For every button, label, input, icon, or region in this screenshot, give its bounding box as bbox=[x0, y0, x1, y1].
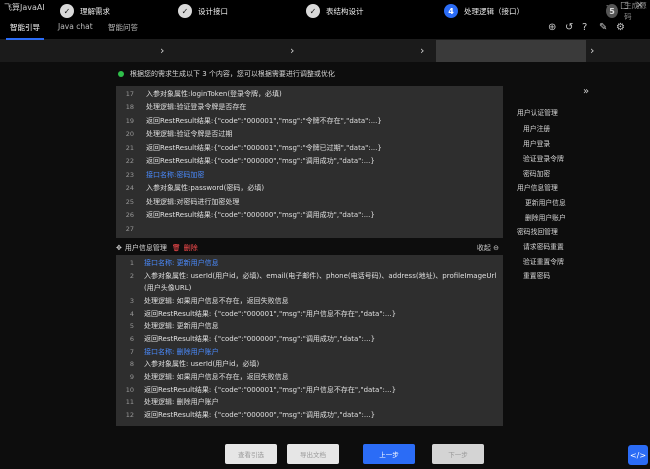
history-icon[interactable]: ↺ bbox=[565, 22, 573, 33]
code-line: 7 接口名称: 删除用户账户 bbox=[129, 348, 219, 357]
code-line: 3 处理逻辑: 如果用户信息不存在，返回失败信息 bbox=[129, 297, 289, 306]
code-line: 24 入参对象属性:password(密码，必填) bbox=[125, 184, 265, 193]
delete-button[interactable]: 删除 bbox=[184, 243, 198, 253]
current-step-highlight bbox=[436, 40, 586, 62]
tab-smart-guide[interactable]: 智能引导 bbox=[6, 22, 44, 40]
code-line: 18 处理逻辑:验证登录令牌是否存在 bbox=[125, 103, 247, 112]
chevron-right-icon: › bbox=[290, 44, 295, 57]
code-line: (用户头像URL) bbox=[144, 284, 192, 293]
code-line: 23 接口名称:密码加密 bbox=[125, 171, 205, 180]
app-title: 飞算JavaAI bbox=[4, 3, 45, 12]
step-number: 5 bbox=[606, 4, 619, 18]
step-label: 生成源码 bbox=[624, 1, 647, 21]
code-line: 4 返回RestResult结果: {"code":"000001","msg":… bbox=[129, 310, 397, 319]
step-5[interactable]: 5 生成源码 bbox=[606, 1, 650, 21]
code-line: 19 返回RestResult结果:{"code":"000001","msg":… bbox=[125, 117, 382, 126]
code-line: 12 返回RestResult结果: {"code":"000000","msg"… bbox=[125, 411, 376, 420]
outline-item[interactable]: 验证登录令牌 bbox=[523, 153, 564, 163]
outline-item[interactable]: 验证重置令牌 bbox=[523, 256, 564, 266]
step-3[interactable]: ✓ 表结构设计 bbox=[306, 3, 364, 19]
outline-group[interactable]: 用户信息管理 bbox=[517, 182, 558, 192]
trash-icon[interactable]: 🗑 bbox=[172, 244, 181, 252]
code-line: 1 接口名称: 更新用户信息 bbox=[129, 259, 219, 268]
code-line: 9 处理逻辑: 如果用户信息不存在，返回失败信息 bbox=[129, 373, 289, 382]
chevron-right-icon: › bbox=[420, 44, 425, 57]
notice-text: 根据您的需求生成以下 3 个内容，您可以根据需要进行调整或优化 bbox=[130, 70, 335, 78]
step-1[interactable]: ✓ 理解需求 bbox=[60, 3, 110, 19]
section-header-partial bbox=[116, 432, 503, 440]
outline-item[interactable]: 密码加密 bbox=[523, 168, 550, 178]
code-line: 5 处理逻辑: 更新用户信息 bbox=[129, 322, 219, 331]
code-line: 27 bbox=[125, 225, 134, 234]
next-step-button[interactable]: 下一步 bbox=[432, 444, 484, 464]
check-icon: ✓ bbox=[60, 4, 74, 18]
chevron-right-icon: › bbox=[590, 44, 595, 57]
code-line: 10 返回RestResult结果: {"code":"000001","msg"… bbox=[125, 386, 397, 395]
outline-item[interactable]: 用户登录 bbox=[523, 138, 550, 148]
step-label: 表结构设计 bbox=[326, 6, 364, 16]
outline-group[interactable]: 用户认证管理 bbox=[517, 107, 558, 117]
code-line: 22 返回RestResult结果:{"code":"000000","msg":… bbox=[125, 157, 375, 166]
tab-java-chat[interactable]: Java chat bbox=[58, 22, 93, 31]
step-label: 处理逻辑（接口） bbox=[464, 6, 524, 16]
success-dot-icon bbox=[118, 71, 124, 77]
section-title: 用户信息管理 bbox=[124, 243, 167, 252]
step-label: 设计接口 bbox=[198, 6, 228, 16]
code-line: 2 入参对象属性: userId(用户id，必填)、email(电子邮件)、pho… bbox=[129, 272, 497, 281]
code-line: 11 处理逻辑: 删除用户账户 bbox=[125, 398, 219, 407]
check-icon: ✓ bbox=[178, 4, 192, 18]
code-line: 17 入参对象属性:loginToken(登录令牌，必填) bbox=[125, 90, 282, 99]
drag-handle-icon[interactable]: ✥ bbox=[116, 244, 122, 252]
outline-item[interactable]: 更新用户信息 bbox=[525, 197, 566, 207]
code-line: 8 入参对象属性: userId(用户id，必填) bbox=[129, 360, 260, 369]
section-header-user-info: ✥ 用户信息管理 🗑 删除 收起 ⊖ bbox=[116, 241, 503, 254]
outline-item[interactable]: 删除用户账户 bbox=[525, 212, 566, 222]
step-2[interactable]: ✓ 设计接口 bbox=[178, 3, 228, 19]
step-label: 理解需求 bbox=[80, 6, 110, 16]
code-block-user-info[interactable]: 1 接口名称: 更新用户信息 2 入参对象属性: userId(用户id，必填)、e… bbox=[116, 255, 503, 426]
code-line: 6 返回RestResult结果: {"code":"000000","msg":… bbox=[129, 335, 376, 344]
outline-item[interactable]: 重置密码 bbox=[523, 270, 550, 280]
view-info-button[interactable]: 查看引选 bbox=[225, 444, 277, 464]
step-4[interactable]: 4 处理逻辑（接口） bbox=[444, 3, 524, 19]
help-icon[interactable]: ? bbox=[582, 22, 587, 33]
code-icon[interactable]: </> bbox=[628, 445, 648, 465]
outline-item[interactable]: 请求密码重置 bbox=[523, 241, 564, 251]
code-block-auth[interactable]: 17 入参对象属性:loginToken(登录令牌，必填) 18 处理逻辑:验证登录… bbox=[116, 86, 503, 238]
code-line: 25 处理逻辑:对密码进行加密处理 bbox=[125, 198, 240, 207]
code-line: 26 返回RestResult结果:{"code":"000000","msg":… bbox=[125, 211, 375, 220]
tab-smart-qa[interactable]: 智能问答 bbox=[108, 22, 138, 33]
outline-group[interactable]: 密码找回管理 bbox=[517, 226, 558, 236]
generation-notice: 根据您的需求生成以下 3 个内容，您可以根据需要进行调整或优化 bbox=[118, 69, 335, 79]
check-icon: ✓ bbox=[306, 4, 320, 18]
code-line: 21 返回RestResult结果:{"code":"000001","msg":… bbox=[125, 144, 382, 153]
collapse-button[interactable]: 收起 ⊖ bbox=[477, 243, 499, 253]
outline-item[interactable]: 用户注册 bbox=[523, 123, 550, 133]
code-line: 20 处理逻辑:验证令牌是否过期 bbox=[125, 130, 233, 139]
prev-step-button[interactable]: 上一步 bbox=[363, 444, 415, 464]
settings-icon[interactable]: ⚙ bbox=[616, 22, 625, 33]
add-icon[interactable]: ⊕ bbox=[548, 22, 556, 33]
chevron-right-icon: › bbox=[160, 44, 165, 57]
step-number: 4 bbox=[444, 4, 458, 18]
edit-icon[interactable]: ✎ bbox=[599, 22, 607, 33]
export-doc-button[interactable]: 导出文档 bbox=[287, 444, 339, 464]
expand-outline-icon[interactable]: » bbox=[583, 86, 589, 97]
